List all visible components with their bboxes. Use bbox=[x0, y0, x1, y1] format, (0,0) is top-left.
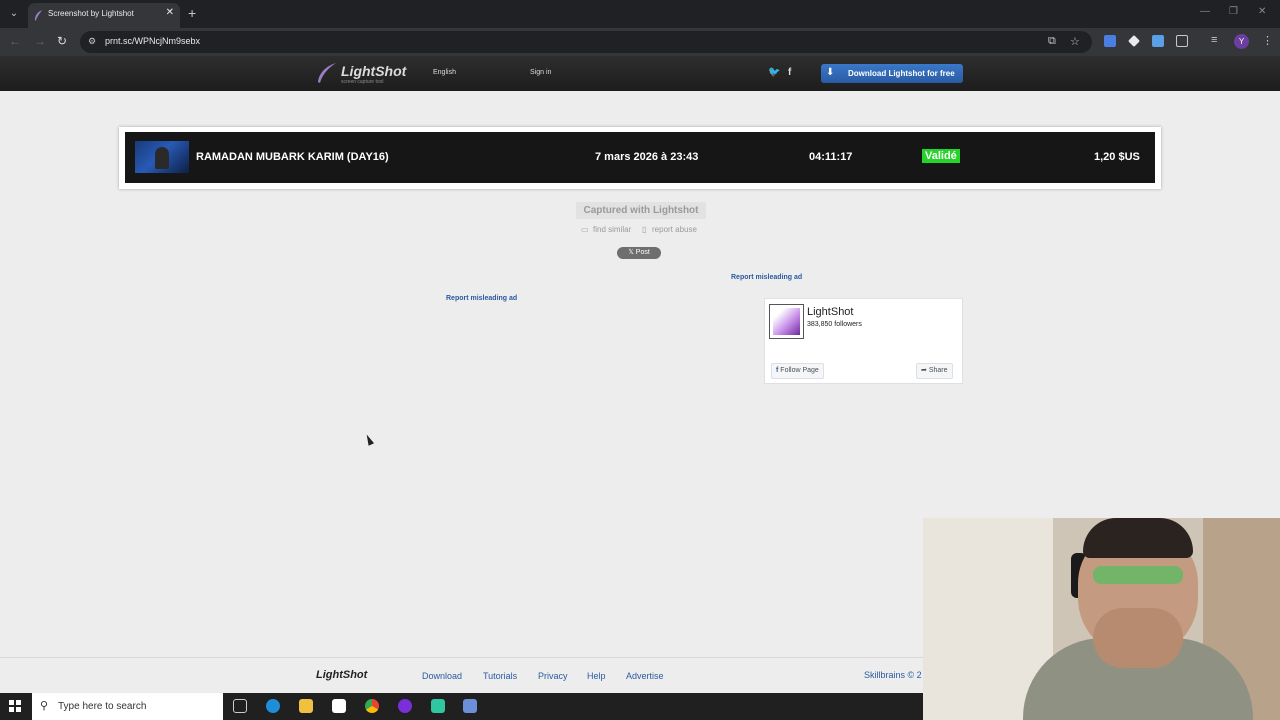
browser-tab-bar: ⌄ Screenshot by Lightshot ✕ + — ❐ ✕ bbox=[0, 0, 1280, 28]
facebook-icon[interactable]: f bbox=[788, 67, 791, 78]
profile-avatar[interactable]: Y bbox=[1234, 34, 1249, 49]
forward-arrow-icon[interactable]: → bbox=[34, 34, 46, 48]
install-app-icon[interactable]: ⧉ bbox=[1048, 35, 1056, 48]
feather-icon bbox=[318, 63, 336, 83]
video-title: RAMADAN MUBARK KARIM (DAY16) bbox=[196, 151, 389, 163]
download-label: Download Lightshot for free bbox=[848, 69, 955, 78]
windows-start-icon[interactable] bbox=[9, 700, 21, 712]
follow-page-label: Follow Page bbox=[780, 367, 819, 374]
report-misleading-ad-link[interactable]: Report misleading ad bbox=[731, 274, 802, 281]
x-post-button[interactable]: 𝕏 Post bbox=[617, 247, 661, 259]
lightshot-logo[interactable]: LightShot screen capture tool bbox=[316, 62, 406, 86]
tab-title: Screenshot by Lightshot bbox=[48, 9, 134, 18]
language-selector[interactable]: English bbox=[433, 69, 456, 76]
share-button[interactable]: ➦ Share bbox=[916, 363, 953, 379]
twitter-icon[interactable]: 🐦 bbox=[768, 67, 780, 78]
footer-link-help[interactable]: Help bbox=[587, 671, 606, 681]
download-icon: ⬇ bbox=[826, 67, 835, 78]
window-close-icon[interactable]: ✕ bbox=[1258, 6, 1266, 17]
fb-page-name[interactable]: LightShot bbox=[807, 306, 853, 318]
copyright-text[interactable]: Skillbrains © 2 bbox=[864, 670, 922, 680]
new-tab-button[interactable]: + bbox=[188, 5, 196, 21]
find-similar-link[interactable]: find similar bbox=[593, 225, 631, 234]
media-controls-icon[interactable]: ≡ bbox=[1211, 34, 1217, 46]
footer-link-tutorials[interactable]: Tutorials bbox=[483, 671, 517, 681]
browser-toolbar: ← → ↻ ⚙ prnt.sc/WPNcjNm9sebx ⧉ ☆ ≡ Y ⋮ bbox=[0, 28, 1280, 56]
webcam-overlay bbox=[923, 518, 1280, 720]
mouse-cursor-icon bbox=[363, 433, 375, 446]
download-button[interactable]: ⬇ Download Lightshot for free bbox=[821, 64, 963, 83]
facebook-page-widget: LightShot 383,850 followers f Follow Pag… bbox=[764, 298, 963, 384]
report-misleading-ad-link[interactable]: Report misleading ad bbox=[446, 295, 517, 302]
app-icon[interactable] bbox=[431, 699, 445, 713]
follow-page-button[interactable]: f Follow Page bbox=[771, 363, 824, 379]
site-info-icon[interactable]: ⚙ bbox=[88, 36, 96, 47]
report-abuse-icon: ▯ bbox=[642, 225, 647, 234]
restore-icon[interactable]: ❐ bbox=[1229, 6, 1238, 17]
windows-taskbar: ⚲ Type here to search bbox=[0, 693, 923, 720]
search-placeholder: Type here to search bbox=[58, 701, 147, 712]
edge-browser-icon[interactable] bbox=[266, 699, 280, 713]
screenshot-image: RAMADAN MUBARK KARIM (DAY16) 7 mars 2026… bbox=[119, 127, 1161, 189]
footer-link-download[interactable]: Download bbox=[422, 671, 462, 681]
image-extension-icon[interactable] bbox=[1152, 35, 1164, 47]
fb-follower-count: 383,850 followers bbox=[807, 321, 862, 328]
taskbar-search-input[interactable]: ⚲ Type here to search bbox=[32, 693, 223, 720]
browser-tab[interactable]: Screenshot by Lightshot ✕ bbox=[28, 3, 180, 28]
calculator-icon[interactable] bbox=[463, 699, 477, 713]
url-text[interactable]: prnt.sc/WPNcjNm9sebx bbox=[105, 36, 200, 46]
share-label: Share bbox=[928, 367, 948, 374]
search-icon: ⚲ bbox=[40, 700, 49, 712]
captured-with-lightshot-label: Captured with Lightshot bbox=[576, 202, 706, 219]
kebab-menu-icon[interactable]: ⋮ bbox=[1262, 34, 1273, 47]
site-header: LightShot screen capture tool English Si… bbox=[0, 56, 1280, 91]
report-abuse-link[interactable]: report abuse bbox=[652, 225, 697, 234]
lightshot-feather-icon bbox=[34, 10, 43, 21]
footer-link-advertise[interactable]: Advertise bbox=[626, 671, 664, 681]
video-duration: 04:11:17 bbox=[809, 151, 853, 163]
address-bar[interactable]: ⚙ prnt.sc/WPNcjNm9sebx ⧉ ☆ bbox=[80, 31, 1092, 53]
status-badge: Validé bbox=[922, 149, 960, 163]
reload-icon[interactable]: ↻ bbox=[57, 34, 67, 48]
page-avatar[interactable] bbox=[769, 304, 804, 339]
video-date: 7 mars 2026 à 23:43 bbox=[595, 151, 699, 163]
diamond-extension-icon[interactable] bbox=[1128, 35, 1140, 47]
tab-close-icon[interactable]: ✕ bbox=[166, 7, 174, 18]
microsoft-store-icon[interactable] bbox=[332, 699, 346, 713]
screenshot-content: RAMADAN MUBARK KARIM (DAY16) 7 mars 2026… bbox=[125, 132, 1155, 183]
minimize-icon[interactable]: — bbox=[1200, 6, 1210, 17]
bookmark-star-icon[interactable]: ☆ bbox=[1070, 35, 1080, 48]
footer-logo[interactable]: LightShot bbox=[316, 669, 367, 681]
file-explorer-icon[interactable] bbox=[299, 699, 313, 713]
task-view-icon[interactable] bbox=[233, 699, 247, 713]
sign-in-link[interactable]: Sign in bbox=[530, 69, 551, 76]
logo-tagline: screen capture tool bbox=[341, 79, 384, 85]
logo-name: LightShot bbox=[341, 63, 407, 79]
back-arrow-icon[interactable]: ← bbox=[9, 34, 21, 48]
share-icon: ➦ bbox=[921, 367, 927, 374]
find-similar-icon: ▭ bbox=[581, 225, 589, 234]
translate-extension-icon[interactable] bbox=[1104, 35, 1116, 47]
video-thumbnail bbox=[135, 141, 189, 173]
chrome-icon[interactable] bbox=[365, 699, 379, 713]
tab-search-chevron-icon[interactable]: ⌄ bbox=[4, 4, 24, 24]
app-icon[interactable] bbox=[398, 699, 412, 713]
earnings-amount: 1,20 $US bbox=[1094, 151, 1140, 163]
extensions-puzzle-icon[interactable] bbox=[1176, 35, 1188, 47]
facebook-icon: f bbox=[776, 367, 779, 374]
footer-link-privacy[interactable]: Privacy bbox=[538, 671, 568, 681]
